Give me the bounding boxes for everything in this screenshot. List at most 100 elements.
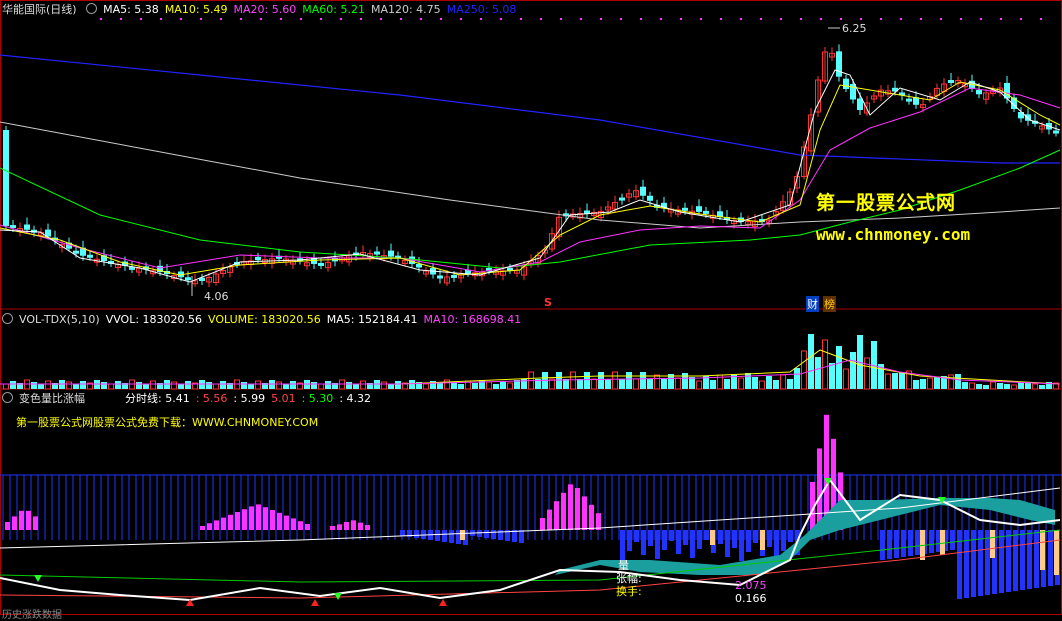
main-panel-header: 华能国际(日线) MA5: 5.38 MA10: 5.49 MA20: 5.60 MA…: [2, 3, 528, 17]
top-dot-mark: [640, 18, 642, 20]
histogram-bar-pink: [19, 510, 24, 530]
volume-bar: [808, 334, 814, 389]
top-dot-mark: [620, 18, 622, 20]
top-dot-mark: [740, 18, 742, 20]
high-price-label: 6.25: [842, 22, 867, 35]
volume-bar: [3, 383, 9, 390]
volume-bar: [654, 374, 660, 390]
histogram-bar-pink: [277, 512, 282, 530]
histogram-bar-blue: [477, 530, 482, 537]
low-price-label: 4.06: [204, 290, 229, 303]
histogram-bar-tan: [710, 530, 715, 545]
histogram-bar-blue: [1034, 530, 1039, 588]
histogram-bar-pink: [298, 521, 303, 530]
signal-s-marker[interactable]: S: [544, 296, 552, 309]
histogram-bar-blue: [690, 530, 695, 558]
top-dot-mark: [980, 18, 982, 20]
ind-value-label-4: : 5.30: [301, 392, 334, 405]
rank-marker[interactable]: 榜: [823, 296, 836, 312]
volume-bar: [892, 373, 898, 389]
volume-bar: [920, 379, 926, 389]
finance-marker[interactable]: 财: [806, 296, 819, 312]
candle-body: [185, 277, 191, 281]
volume-bar: [850, 352, 856, 389]
top-dot-mark: [820, 18, 822, 20]
candle-body: [451, 274, 457, 278]
top-dot-mark: [360, 18, 362, 20]
histogram-bar-blue: [662, 530, 667, 550]
volume-bar: [143, 384, 149, 389]
indicator-title[interactable]: 变色量比涨幅: [19, 392, 85, 405]
candle-body: [976, 90, 982, 95]
histogram-bar-blue: [781, 530, 786, 551]
top-dot-mark: [940, 18, 942, 20]
volume-bar: [822, 339, 828, 390]
histogram-bar-blue: [704, 530, 709, 540]
volume-bar: [619, 379, 625, 389]
candle-body: [10, 225, 16, 229]
histogram-bar-blue: [449, 530, 454, 543]
annotation-huanshou: 换手:: [616, 585, 642, 598]
ind-value-label-3: 5.01: [271, 392, 296, 405]
top-dot-mark: [240, 18, 242, 20]
top-dot-mark: [580, 18, 582, 20]
histogram-bar-blue: [491, 530, 496, 539]
ind-value-label-0: 分时线: 5.41: [125, 392, 190, 405]
histogram-bar-blue: [669, 530, 674, 541]
volume-bar: [206, 382, 212, 389]
sell-signal-arrow-icon: [34, 575, 42, 582]
volume-indicator-title[interactable]: VOL-TDX(5,10): [19, 313, 100, 326]
histogram-bar-blue: [739, 530, 744, 561]
volume-bar: [955, 374, 961, 389]
volume-bar: [241, 382, 247, 389]
histogram-bar-blue: [732, 530, 737, 548]
histogram-bar-blue: [718, 530, 723, 544]
settings-circle-icon[interactable]: [2, 313, 13, 324]
histogram-bar-blue: [648, 530, 653, 546]
volume-bar: [801, 350, 807, 390]
volume-bar: [563, 379, 569, 389]
volume-bar: [591, 378, 597, 390]
volume-bar: [864, 357, 870, 390]
volume-bar: [479, 380, 485, 389]
settings-circle-icon[interactable]: [86, 3, 98, 14]
candle-body: [696, 206, 702, 212]
volume-bar: [136, 382, 142, 389]
top-dot-mark: [300, 18, 302, 20]
top-dot-mark: [1020, 18, 1022, 20]
volume-bar: [500, 381, 506, 389]
histogram-bar-blue: [655, 530, 660, 559]
candle-body: [255, 256, 261, 261]
histogram-bar-pink: [365, 525, 370, 530]
annotation-value-1: 2.075: [735, 579, 767, 592]
histogram-bar-blue: [908, 530, 913, 556]
top-dot-mark: [540, 18, 542, 20]
volume-bar: [38, 384, 44, 389]
candle-body: [87, 254, 93, 258]
stock-chart-canvas[interactable]: [0, 0, 1062, 615]
histogram-bar-pink: [337, 524, 342, 530]
ma20-line: [0, 87, 1061, 273]
volume-bar: [570, 371, 576, 390]
volume-bar: [710, 380, 716, 389]
settings-circle-icon[interactable]: [2, 392, 13, 403]
histogram-bar-pink: [12, 516, 17, 530]
histogram-bar-pink: [284, 515, 289, 530]
histogram-bar-blue: [400, 530, 405, 536]
volume-bar: [934, 377, 940, 389]
buy-signal-arrow-icon: [311, 599, 319, 606]
stock-title[interactable]: 华能国际(日线): [2, 3, 77, 16]
histogram-bar-pink: [305, 524, 310, 530]
volume-bar: [1032, 383, 1038, 390]
volume-bar: [584, 372, 590, 389]
histogram-bar-blue: [746, 530, 751, 552]
top-dot-mark: [520, 18, 522, 20]
volume-bar: [108, 383, 114, 390]
candle-body: [374, 251, 380, 255]
volume-bar: [311, 382, 317, 389]
histogram-bar-pink: [214, 520, 219, 530]
candle-body: [1053, 130, 1059, 134]
ma250-line: [0, 54, 1060, 164]
volume-bar: [290, 381, 296, 389]
histogram-bar-blue: [442, 530, 447, 542]
